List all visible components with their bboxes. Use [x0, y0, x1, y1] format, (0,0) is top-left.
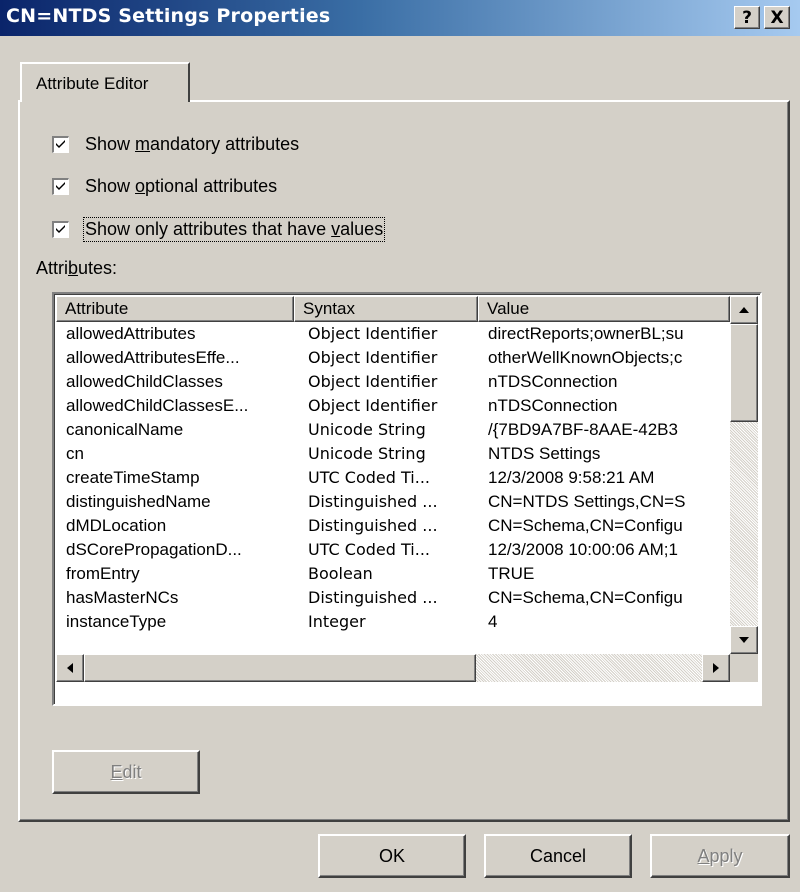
- ok-button[interactable]: OK: [318, 834, 466, 878]
- arrow-left-icon: [67, 663, 73, 673]
- close-button[interactable]: X: [764, 6, 790, 29]
- table-body: allowedAttributes Object Identifier direct…: [56, 322, 730, 654]
- cell-value: TRUE: [488, 564, 535, 583]
- cell-attribute: cn: [66, 444, 84, 463]
- cell-syntax: Object Identifier: [308, 348, 438, 367]
- cell-attribute: instanceType: [66, 612, 167, 631]
- cell-syntax: Integer: [308, 612, 366, 631]
- edit-button[interactable]: Edit: [52, 750, 200, 794]
- window-title: CN=NTDS Settings Properties: [6, 5, 331, 27]
- cell-attribute: hasMasterNCs: [66, 588, 179, 607]
- table-row[interactable]: canonicalName Unicode String /{7BD9A7BF-8A…: [56, 420, 730, 444]
- tab-label: Attribute Editor: [36, 74, 149, 93]
- apply-button[interactable]: Apply: [650, 834, 790, 878]
- cell-syntax: Object Identifier: [308, 324, 438, 343]
- cell-syntax: Boolean: [308, 564, 373, 583]
- attributes-label: Attributes:: [36, 258, 118, 278]
- table-row[interactable]: dMDLocation Distinguished ... CN=Schema,CN…: [56, 516, 730, 540]
- table-row[interactable]: allowedAttributesEffe... Object Identifie…: [56, 348, 730, 372]
- table-row[interactable]: createTimeStamp UTC Coded Ti... 12/3/2008 …: [56, 468, 730, 492]
- table-row[interactable]: instanceType Integer 4: [56, 612, 730, 636]
- arrow-right-icon: [713, 663, 719, 673]
- cell-attribute: allowedAttributes: [66, 324, 196, 343]
- cell-syntax: Object Identifier: [308, 396, 438, 415]
- cell-syntax: Object Identifier: [308, 372, 438, 391]
- cell-syntax: Unicode String: [308, 444, 426, 463]
- show-mandatory-label: Show mandatory attributes: [85, 133, 300, 154]
- table-row[interactable]: dSCorePropagationD... UTC Coded Ti... 12/3…: [56, 540, 730, 564]
- cell-attribute: canonicalName: [66, 420, 184, 439]
- cell-value: CN=Schema,CN=Configu: [488, 588, 683, 607]
- scroll-up-button[interactable]: [730, 296, 758, 324]
- scroll-left-button[interactable]: [56, 654, 84, 682]
- table-row[interactable]: fromEntry Boolean TRUE: [56, 564, 730, 588]
- cell-value: otherWellKnownObjects;c: [488, 348, 683, 367]
- column-header-attribute[interactable]: Attribute: [56, 296, 294, 322]
- cell-syntax: Distinguished ...: [308, 588, 438, 607]
- cell-attribute: dMDLocation: [66, 516, 167, 535]
- checkbox-box[interactable]: [52, 135, 69, 153]
- table-row[interactable]: allowedChildClassesE... Object Identifier…: [56, 396, 730, 420]
- cell-attribute: allowedChildClasses: [66, 372, 223, 391]
- table-row[interactable]: allowedChildClasses Object Identifier nTDS…: [56, 372, 730, 396]
- checkmark-icon: [56, 224, 65, 233]
- table-row[interactable]: hasMasterNCs Distinguished ... CN=Schema,C…: [56, 588, 730, 612]
- cell-syntax: Distinguished ...: [308, 492, 438, 511]
- scroll-down-button[interactable]: [730, 626, 758, 654]
- table-row[interactable]: cn Unicode String NTDS Settings: [56, 444, 730, 468]
- cell-value: CN=Schema,CN=Configu: [488, 516, 683, 535]
- table-row[interactable]: allowedAttributes Object Identifier direct…: [56, 324, 730, 348]
- cell-value: nTDSConnection: [488, 372, 618, 391]
- column-header-value[interactable]: Value: [478, 296, 730, 322]
- checkbox-box[interactable]: [52, 220, 69, 238]
- arrow-down-icon: [739, 637, 749, 643]
- show-optional-label: Show optional attributes: [85, 175, 278, 196]
- cell-attribute: distinguishedName: [66, 492, 211, 511]
- cell-syntax: UTC Coded Ti...: [308, 468, 430, 487]
- cell-value: 4: [488, 612, 498, 631]
- cell-value: nTDSConnection: [488, 396, 618, 415]
- cell-value: /{7BD9A7BF-8AAE-42B3: [488, 420, 678, 439]
- attributes-list[interactable]: Attribute Syntax Value allowedAttributes…: [52, 292, 762, 706]
- cell-attribute: allowedAttributesEffe...: [66, 348, 240, 367]
- checkmark-icon: [56, 181, 65, 190]
- cell-value: NTDS Settings: [488, 444, 601, 463]
- checkmark-icon: [56, 139, 65, 148]
- cell-value: directReports;ownerBL;su: [488, 324, 684, 343]
- table-row[interactable]: distinguishedName Distinguished ... CN=NTD…: [56, 492, 730, 516]
- cell-attribute: createTimeStamp: [66, 468, 200, 487]
- title-bar[interactable]: CN=NTDS Settings Properties ? X: [0, 0, 800, 36]
- column-header-syntax[interactable]: Syntax: [294, 296, 478, 322]
- show-values-only-checkbox[interactable]: Show only attributes that have values: [52, 216, 386, 242]
- tab-attribute-editor[interactable]: Attribute Editor: [20, 62, 190, 102]
- cell-value: 12/3/2008 9:58:21 AM: [488, 468, 655, 487]
- show-values-only-label: Show only attributes that have values: [82, 216, 386, 242]
- scroll-right-button[interactable]: [702, 654, 730, 682]
- horizontal-scrollbar[interactable]: [56, 654, 730, 682]
- scrollbar-corner: [730, 654, 758, 682]
- show-optional-checkbox[interactable]: Show optional attributes: [52, 174, 277, 198]
- cell-attribute: dSCorePropagationD...: [66, 540, 242, 559]
- arrow-up-icon: [739, 307, 749, 313]
- cell-syntax: Distinguished ...: [308, 516, 438, 535]
- vertical-scrollbar[interactable]: [730, 296, 758, 654]
- cell-syntax: Unicode String: [308, 420, 426, 439]
- horizontal-scroll-thumb[interactable]: [84, 654, 476, 682]
- show-mandatory-checkbox[interactable]: Show mandatory attributes: [52, 132, 299, 156]
- help-button[interactable]: ?: [734, 6, 760, 29]
- checkbox-box[interactable]: [52, 177, 69, 195]
- cell-attribute: fromEntry: [66, 564, 140, 583]
- vertical-scroll-thumb[interactable]: [730, 324, 758, 422]
- cell-value: CN=NTDS Settings,CN=S: [488, 492, 686, 511]
- cell-attribute: allowedChildClassesE...: [66, 396, 249, 415]
- cell-syntax: UTC Coded Ti...: [308, 540, 430, 559]
- cancel-button[interactable]: Cancel: [484, 834, 632, 878]
- cell-value: 12/3/2008 10:00:06 AM;1: [488, 540, 678, 559]
